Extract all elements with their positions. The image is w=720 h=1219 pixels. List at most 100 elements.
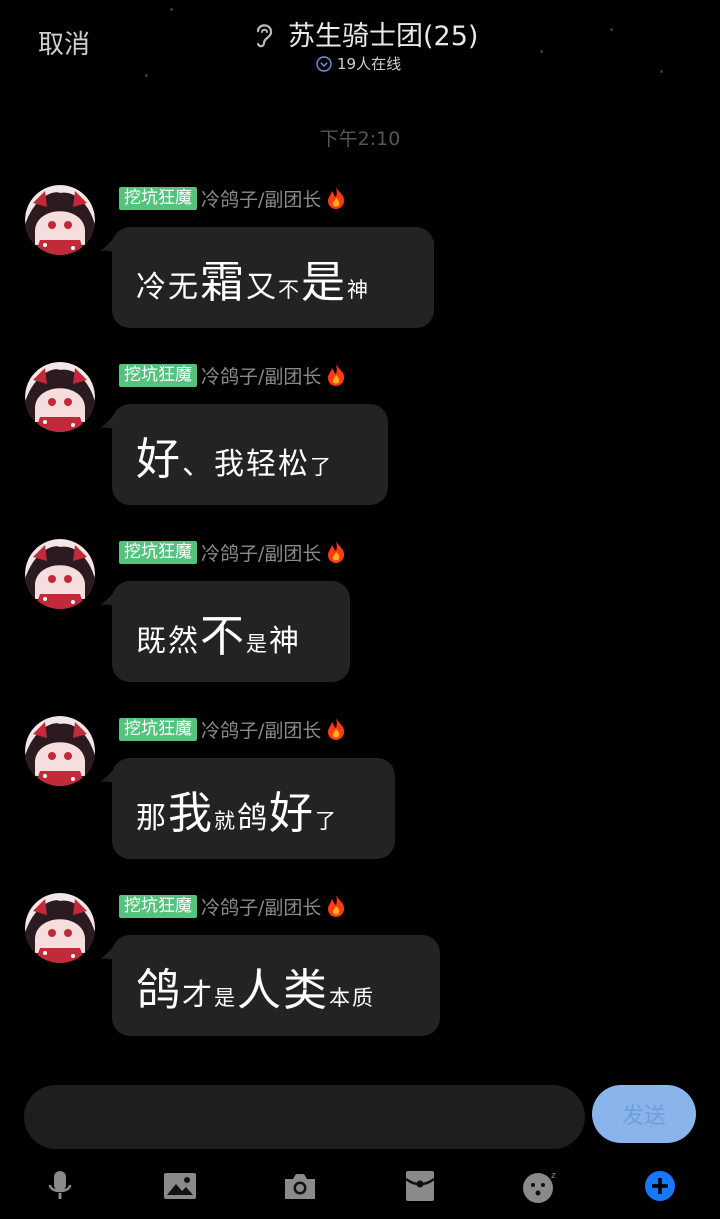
avatar[interactable] bbox=[25, 893, 95, 963]
message-bubble[interactable]: 既然不是神 bbox=[112, 581, 350, 682]
message-char: 是 bbox=[301, 256, 347, 308]
message-char: 了 bbox=[315, 808, 338, 833]
message-char: 了 bbox=[310, 454, 333, 479]
message-char: 又 bbox=[246, 269, 278, 305]
sender-name[interactable]: 冷鸽子/副团长 bbox=[201, 362, 321, 389]
message-bubble[interactable]: 冷无霜又不是神 bbox=[112, 227, 434, 328]
message-char: 是 bbox=[246, 631, 269, 656]
message-char: 无 bbox=[168, 269, 200, 305]
message-char: 既 bbox=[136, 623, 168, 659]
microphone-icon bbox=[48, 1171, 72, 1199]
sender-name[interactable]: 冷鸽子/副团长 bbox=[201, 185, 321, 212]
plus-button[interactable] bbox=[640, 1166, 680, 1206]
bottom-toolbar: z bbox=[0, 1158, 720, 1219]
message-row: 挖坑狂魔 冷鸽子/副团长冷无霜又不是神 bbox=[0, 185, 720, 355]
avatar-image bbox=[25, 185, 95, 255]
sender-name[interactable]: 冷鸽子/副团长 bbox=[201, 716, 321, 743]
fire-icon bbox=[328, 364, 345, 386]
message-char: 好 bbox=[269, 787, 315, 839]
message-char: 冷 bbox=[136, 269, 168, 305]
fire-icon bbox=[328, 187, 345, 209]
chat-header: 取消 苏生骑士团(25) 19人在线 bbox=[0, 0, 720, 90]
avatar[interactable] bbox=[25, 539, 95, 609]
message-bubble[interactable]: 好、我轻松了 bbox=[112, 404, 388, 505]
sender-row: 挖坑狂魔 冷鸽子/副团长 bbox=[119, 539, 347, 565]
chat-title: 苏生骑士团(25) bbox=[288, 21, 479, 52]
member-title-badge: 挖坑狂魔 bbox=[119, 717, 197, 741]
message-row: 挖坑狂魔 冷鸽子/副团长鸽才是人类本质 bbox=[0, 893, 720, 1063]
message-char: 好 bbox=[136, 433, 182, 485]
sender-row: 挖坑狂魔 冷鸽子/副团长 bbox=[119, 893, 347, 919]
sender-name[interactable]: 冷鸽子/副团长 bbox=[201, 893, 321, 920]
message-row: 挖坑狂魔 冷鸽子/副团长好、我轻松了 bbox=[0, 362, 720, 532]
message-char: 神 bbox=[269, 623, 301, 659]
message-char: 质 bbox=[352, 985, 375, 1010]
member-title-badge: 挖坑狂魔 bbox=[119, 363, 197, 387]
emoji-icon: z bbox=[523, 1171, 556, 1203]
message-char: 不 bbox=[200, 610, 246, 662]
message-char: 是 bbox=[214, 985, 237, 1010]
camera-button[interactable] bbox=[280, 1166, 320, 1206]
camera-icon bbox=[285, 1174, 315, 1199]
member-title-badge: 挖坑狂魔 bbox=[119, 894, 197, 918]
emoji-button[interactable]: z bbox=[520, 1166, 560, 1206]
red-packet-button[interactable] bbox=[400, 1166, 440, 1206]
message-text: 好、我轻松了 bbox=[136, 423, 333, 487]
message-char: 鸽 bbox=[136, 964, 182, 1016]
message-char: 人 bbox=[237, 964, 283, 1016]
message-char: 我 bbox=[168, 787, 214, 839]
member-title-badge: 挖坑狂魔 bbox=[119, 540, 197, 564]
message-char: 那 bbox=[136, 800, 168, 836]
red-packet-icon bbox=[405, 1171, 435, 1201]
message-char: 就 bbox=[214, 808, 237, 833]
message-text: 鸽才是人类本质 bbox=[136, 954, 375, 1018]
star-decoration bbox=[540, 50, 543, 53]
send-button[interactable]: 发送 bbox=[592, 1085, 696, 1143]
message-char: 类 bbox=[283, 964, 329, 1016]
message-char: 霜 bbox=[200, 256, 246, 308]
message-row: 挖坑狂魔 冷鸽子/副团长既然不是神 bbox=[0, 539, 720, 709]
message-char: 鸽 bbox=[237, 800, 269, 836]
member-title-badge: 挖坑狂魔 bbox=[119, 186, 197, 210]
star-decoration bbox=[145, 74, 148, 77]
message-text: 既然不是神 bbox=[136, 600, 301, 664]
microphone-button[interactable] bbox=[40, 1166, 80, 1206]
image-icon bbox=[164, 1173, 196, 1199]
star-decoration bbox=[660, 70, 663, 73]
avatar-image bbox=[25, 716, 95, 786]
avatar-image bbox=[25, 893, 95, 963]
message-timestamp: 下午2:10 bbox=[319, 128, 401, 150]
message-bubble[interactable]: 那我就鸽好了 bbox=[112, 758, 395, 859]
chat-title-row[interactable]: 苏生骑士团(25) bbox=[250, 14, 478, 53]
ear-icon bbox=[256, 23, 273, 47]
online-count: 19人在线 bbox=[337, 55, 402, 73]
message-char: 、 bbox=[182, 446, 214, 482]
avatar[interactable] bbox=[25, 716, 95, 786]
message-char: 本 bbox=[329, 985, 352, 1010]
chevron-circle-down-icon bbox=[316, 55, 332, 72]
message-char: 不 bbox=[278, 277, 301, 302]
message-bubble[interactable]: 鸽才是人类本质 bbox=[112, 935, 440, 1036]
message-char: 轻 bbox=[246, 446, 278, 482]
avatar-image bbox=[25, 539, 95, 609]
star-decoration bbox=[170, 8, 173, 11]
message-input[interactable] bbox=[24, 1085, 585, 1149]
message-text: 冷无霜又不是神 bbox=[136, 246, 370, 310]
star-decoration bbox=[610, 28, 613, 31]
fire-icon bbox=[328, 541, 345, 563]
sender-row: 挖坑狂魔 冷鸽子/副团长 bbox=[119, 716, 347, 742]
fire-icon bbox=[328, 895, 345, 917]
image-button[interactable] bbox=[160, 1166, 200, 1206]
message-row: 挖坑狂魔 冷鸽子/副团长那我就鸽好了 bbox=[0, 716, 720, 886]
message-char: 然 bbox=[168, 623, 200, 659]
avatar[interactable] bbox=[25, 185, 95, 255]
cancel-button[interactable]: 取消 bbox=[38, 24, 90, 61]
message-char: 才 bbox=[182, 977, 214, 1013]
svg-text:z: z bbox=[551, 1171, 556, 1181]
sender-row: 挖坑狂魔 冷鸽子/副团长 bbox=[119, 185, 347, 211]
message-text: 那我就鸽好了 bbox=[136, 777, 338, 841]
avatar[interactable] bbox=[25, 362, 95, 432]
online-status[interactable]: 19人在线 bbox=[316, 53, 401, 74]
message-char: 松 bbox=[278, 446, 310, 482]
sender-name[interactable]: 冷鸽子/副团长 bbox=[201, 539, 321, 566]
